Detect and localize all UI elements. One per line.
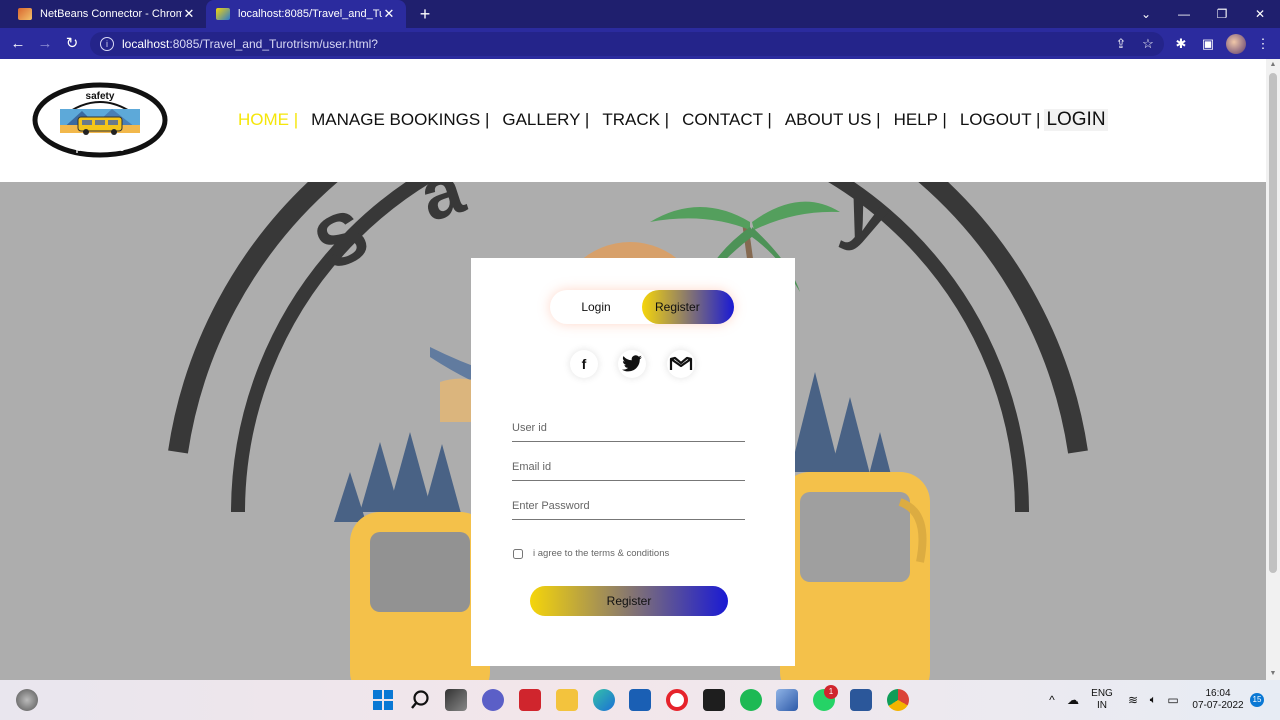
language-indicator[interactable]: ENG IN: [1088, 680, 1116, 720]
volume-muted-icon[interactable]: 🔈︎: [1144, 680, 1162, 720]
terms-agreement[interactable]: i agree to the terms & conditions: [512, 548, 669, 559]
search-icon[interactable]: [409, 689, 431, 711]
clock-time: 16:04: [1205, 688, 1231, 699]
scrollbar-thumb[interactable]: [1269, 73, 1277, 573]
notification-count-badge[interactable]: 15: [1250, 693, 1264, 707]
profile-avatar[interactable]: [1226, 34, 1246, 54]
task-view-icon[interactable]: [445, 689, 467, 711]
microsoft-store-icon[interactable]: [629, 689, 651, 711]
reload-button[interactable]: ↻: [61, 33, 83, 55]
twitter-icon: [622, 355, 642, 372]
terminal-icon[interactable]: [703, 689, 725, 711]
nav-help[interactable]: HELP |: [894, 110, 947, 130]
teams-chat-icon[interactable]: [482, 689, 504, 711]
browser-tab-strip: NetBeans Connector - Chrome W ✕ localhos…: [0, 0, 1280, 28]
user-id-input[interactable]: [512, 414, 745, 442]
logo-bottom-text: promenade: [76, 143, 125, 153]
side-panel-icon[interactable]: ▣: [1198, 33, 1218, 55]
address-bar[interactable]: i localhost :8085/Travel_and_Turotrism/u…: [90, 32, 1164, 56]
bookmark-star-icon[interactable]: ☆: [1138, 33, 1158, 55]
main-nav: HOME | MANAGE BOOKINGS | GALLERY | TRACK…: [238, 109, 1108, 131]
facebook-icon: f: [581, 356, 587, 372]
browser-tab-localhost[interactable]: localhost:8085/Travel_and_Turotr ✕: [206, 0, 406, 28]
maximize-button[interactable]: ❐: [1203, 0, 1241, 28]
twitter-button[interactable]: [618, 350, 646, 378]
minimize-button[interactable]: —: [1165, 0, 1203, 28]
facebook-button[interactable]: f: [570, 350, 598, 378]
nav-logout[interactable]: LOGOUT |: [960, 110, 1041, 130]
language-code: ENG: [1091, 688, 1113, 699]
netbeans-favicon-icon: [18, 8, 32, 20]
terms-label: i agree to the terms & conditions: [533, 548, 670, 559]
gmail-icon: [669, 356, 693, 370]
extensions-icon[interactable]: ✱: [1171, 33, 1191, 55]
wifi-icon[interactable]: ≋: [1124, 680, 1142, 720]
new-tab-button[interactable]: +: [414, 3, 436, 25]
terms-checkbox[interactable]: [513, 548, 523, 559]
weather-widget-icon[interactable]: [16, 689, 38, 711]
nav-home[interactable]: HOME |: [238, 110, 298, 130]
tab-title: NetBeans Connector - Chrome W: [40, 8, 182, 20]
window-close-button[interactable]: ✕: [1241, 0, 1279, 28]
share-icon[interactable]: ⇪: [1111, 33, 1131, 55]
back-button[interactable]: ←: [7, 33, 29, 55]
nav-gallery[interactable]: GALLERY |: [502, 110, 589, 130]
web-page: safety promenade HOME | MANAGE BOOKINGS …: [0, 59, 1266, 680]
edge-browser-icon[interactable]: [593, 689, 615, 711]
clock[interactable]: 16:04 07-07-2022: [1188, 680, 1248, 720]
password-input[interactable]: [512, 492, 745, 520]
tab-search-icon[interactable]: ⌄: [1127, 0, 1165, 28]
word-icon[interactable]: [850, 689, 872, 711]
nav-manage-bookings[interactable]: MANAGE BOOKINGS |: [311, 110, 489, 130]
spotify-icon[interactable]: [740, 689, 762, 711]
url-host: localhost: [122, 37, 170, 51]
windows-start-icon[interactable]: [372, 689, 394, 711]
browser-toolbar: ← → ↻ i localhost :8085/Travel_and_Turot…: [0, 28, 1280, 59]
nav-contact[interactable]: CONTACT |: [682, 110, 772, 130]
site-logo[interactable]: safety promenade: [32, 81, 168, 159]
email-input[interactable]: [512, 453, 745, 481]
scroll-up-arrow-icon[interactable]: ▲: [1266, 59, 1280, 71]
site-header: safety promenade HOME | MANAGE BOOKINGS …: [0, 59, 1266, 182]
tab-title: localhost:8085/Travel_and_Turotr: [238, 8, 382, 20]
nav-about-us[interactable]: ABOUT US |: [785, 110, 881, 130]
tray-overflow-icon[interactable]: ^: [1044, 680, 1060, 720]
site-info-icon[interactable]: i: [100, 37, 114, 51]
url-path: :8085/Travel_and_Turotrism/user.html?: [169, 37, 378, 51]
browser-tab-netbeans[interactable]: NetBeans Connector - Chrome W ✕: [8, 0, 206, 28]
chrome-browser-icon[interactable]: [887, 689, 909, 711]
windows-taskbar: 1 ^ ☁ ENG IN ≋ 🔈︎ ▭ 16:04 07-07-2022 15: [0, 680, 1280, 720]
login-register-toggle: Login Register: [550, 290, 734, 324]
browser-menu-icon[interactable]: ⋮: [1253, 33, 1273, 55]
file-explorer-icon[interactable]: [556, 689, 578, 711]
battery-icon[interactable]: ▭: [1164, 680, 1182, 720]
security-shield-icon[interactable]: [776, 689, 798, 711]
gmail-button[interactable]: [667, 350, 695, 378]
nav-login[interactable]: LOGIN: [1044, 109, 1108, 131]
nav-track[interactable]: TRACK |: [602, 110, 669, 130]
forward-button[interactable]: →: [34, 33, 56, 55]
page-scrollbar[interactable]: ▲ ▼: [1266, 59, 1280, 680]
whatsapp-unread-badge: 1: [824, 685, 838, 699]
mcafee-icon[interactable]: [519, 689, 541, 711]
onedrive-icon[interactable]: ☁: [1064, 680, 1082, 720]
login-toggle-button[interactable]: Login: [550, 290, 642, 324]
site-favicon-icon: [216, 8, 230, 20]
logo-top-text: safety: [86, 91, 115, 102]
language-region: IN: [1097, 700, 1107, 711]
register-toggle-button[interactable]: Register: [642, 290, 734, 324]
opera-browser-icon[interactable]: [666, 689, 688, 711]
scroll-down-arrow-icon[interactable]: ▼: [1266, 668, 1280, 680]
auth-card: Login Register f i agree to the terms & …: [471, 258, 795, 666]
tab-close-icon[interactable]: ✕: [182, 6, 196, 22]
clock-date: 07-07-2022: [1192, 700, 1244, 711]
register-submit-button[interactable]: Register: [530, 586, 728, 616]
tab-close-icon[interactable]: ✕: [382, 6, 396, 22]
